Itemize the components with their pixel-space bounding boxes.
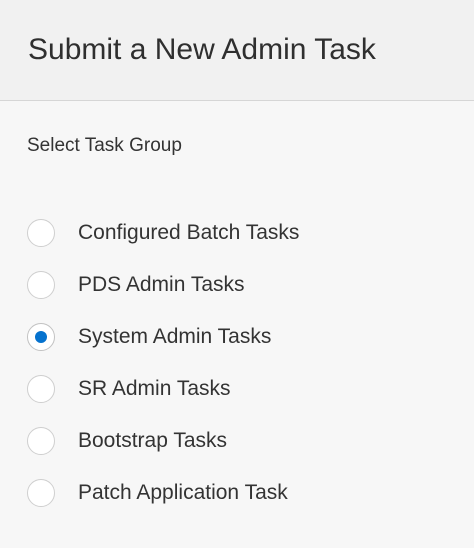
task-group-radio-list: Configured Batch Tasks PDS Admin Tasks S… — [27, 207, 474, 519]
task-group-label: Select Task Group — [27, 135, 182, 156]
radio-selected-dot — [35, 331, 47, 343]
task-group-panel: Select Task Group Configured Batch Tasks… — [0, 133, 474, 519]
radio-option-system-admin-tasks[interactable]: System Admin Tasks — [27, 311, 474, 363]
radio-option-label[interactable]: PDS Admin Tasks — [78, 273, 245, 297]
radio-option-sr-admin-tasks[interactable]: SR Admin Tasks — [27, 363, 474, 415]
radio-option-label[interactable]: Configured Batch Tasks — [78, 221, 299, 245]
radio-option-label[interactable]: SR Admin Tasks — [78, 377, 231, 401]
page-header: Submit a New Admin Task — [0, 0, 474, 101]
radio-option-label[interactable]: Patch Application Task — [78, 481, 288, 505]
radio-option-label[interactable]: Bootstrap Tasks — [78, 429, 227, 453]
radio-button[interactable] — [27, 323, 55, 351]
radio-button[interactable] — [27, 427, 55, 455]
radio-option-bootstrap-tasks[interactable]: Bootstrap Tasks — [27, 415, 474, 467]
radio-button[interactable] — [27, 375, 55, 403]
radio-button[interactable] — [27, 271, 55, 299]
radio-option-pds-admin-tasks[interactable]: PDS Admin Tasks — [27, 259, 474, 311]
radio-button[interactable] — [27, 479, 55, 507]
radio-option-patch-application-task[interactable]: Patch Application Task — [27, 467, 474, 519]
radio-button[interactable] — [27, 219, 55, 247]
page-title: Submit a New Admin Task — [28, 33, 376, 66]
radio-option-label[interactable]: System Admin Tasks — [78, 325, 271, 349]
radio-option-configured-batch-tasks[interactable]: Configured Batch Tasks — [27, 207, 474, 259]
